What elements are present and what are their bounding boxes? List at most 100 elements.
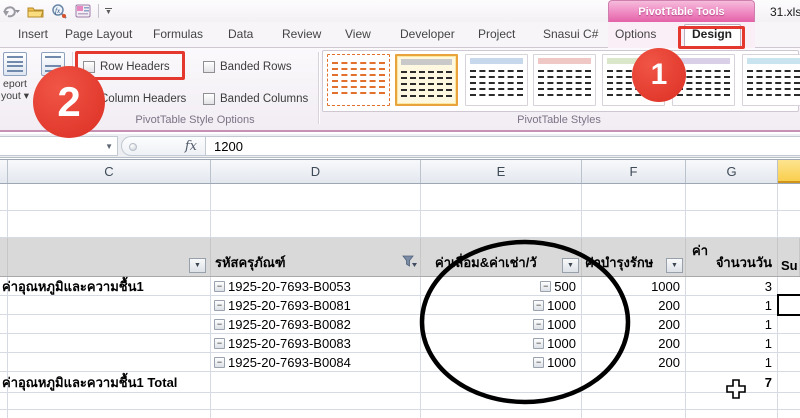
pivot-header-e[interactable]: ค่าเสื่อม&ค่าเช่า/วั ▼ [421, 238, 582, 276]
style-thumbnail-blue[interactable] [465, 54, 528, 106]
pivot-header-f[interactable]: ค่าบำรุงรักษ ▼ [582, 238, 686, 276]
value-cell: 1 [765, 317, 772, 332]
collapse-button[interactable]: − [214, 338, 225, 349]
value-cell: 500 [554, 279, 576, 294]
pivot-data-row: − 1925-20-7693-B0083 − 1000 200 1 [0, 334, 800, 353]
value-cell: 1 [765, 355, 772, 370]
redo-icon[interactable] [2, 3, 20, 19]
function-search-icon[interactable]: fx [50, 3, 68, 19]
workbook-filename: 31.xls [770, 5, 800, 19]
pivot-total-row: ค่าอุณหภูมิและความชื้น1 Total 7 [0, 372, 800, 393]
filter-dropdown-icon[interactable]: ▼ [562, 258, 579, 273]
excel-window: fx ▼ PivotTable Tools 31.xls Insert Page… [0, 0, 800, 418]
collapse-button[interactable]: − [214, 281, 225, 292]
collapse-button[interactable]: − [540, 281, 551, 292]
empty-row [0, 184, 800, 211]
style-thumbnail-pink[interactable] [533, 54, 596, 106]
checkbox-box[interactable] [203, 93, 215, 105]
styles-group-label: PivotTable Styles [318, 114, 800, 126]
open-folder-icon[interactable] [26, 3, 44, 19]
column-header-f[interactable]: F [582, 160, 686, 183]
filter-dropdown-icon[interactable]: ▼ [189, 258, 206, 273]
value-cell: 1000 [651, 279, 680, 294]
value-cell: 1 [765, 298, 772, 313]
annotation-step-1: 1 [632, 48, 686, 102]
value-cell: 1 [765, 336, 772, 351]
banded-columns-checkbox[interactable]: Banded Columns [203, 93, 308, 105]
total-value: 7 [765, 375, 772, 390]
collapse-button[interactable]: − [533, 319, 544, 330]
collapse-button[interactable]: − [214, 357, 225, 368]
svg-text:fx: fx [55, 7, 61, 15]
value-cell: 3 [765, 279, 772, 294]
report-layout-icon [3, 52, 27, 76]
toolbar-separator [98, 4, 99, 18]
tab-snasui[interactable]: Snasui C# [543, 27, 598, 41]
pivot-data-row: − 1925-20-7693-B0084 − 1000 200 1 [0, 353, 800, 372]
cell-cursor [726, 379, 746, 399]
tab-developer[interactable]: Developer [400, 27, 455, 41]
collapse-button[interactable]: − [533, 338, 544, 349]
active-cell-border[interactable] [777, 294, 800, 316]
insert-function-icon[interactable]: fx [185, 139, 197, 154]
asset-code: 1925-20-7693-B0082 [228, 317, 351, 332]
chevron-down-icon: ▾ [24, 90, 29, 102]
annotation-step-2: 2 [33, 66, 105, 138]
formula-input[interactable]: 1200 [206, 136, 800, 156]
formula-bar-handle: fx [121, 136, 206, 156]
tab-insert[interactable]: Insert [18, 27, 48, 41]
pivot-header-row: ▼ รหัสครุภัณฑ์ ค่าเสื่อม&ค่าเช่า/วั ▼ ค่… [0, 238, 800, 277]
collapse-button[interactable]: − [214, 319, 225, 330]
column-header-d[interactable]: D [211, 160, 421, 183]
asset-code: 1925-20-7693-B0084 [228, 355, 351, 370]
collapse-button[interactable]: − [214, 300, 225, 311]
column-header-g[interactable]: G [686, 160, 778, 183]
tab-formulas[interactable]: Formulas [153, 27, 203, 41]
tab-data[interactable]: Data [228, 27, 253, 41]
asset-code: 1925-20-7693-B0053 [228, 279, 351, 294]
column-header-c[interactable]: C [8, 160, 211, 183]
name-box-arrow-icon[interactable]: ▼ [105, 142, 113, 151]
value-cell: 200 [658, 336, 680, 351]
style-thumbnail-cyan[interactable] [742, 54, 800, 106]
pivot-header-d[interactable]: รหัสครุภัณฑ์ [211, 238, 421, 276]
collapse-dot-icon[interactable] [129, 143, 137, 151]
name-box[interactable]: ▼ [0, 136, 118, 156]
pivot-header-h[interactable]: Su [778, 238, 800, 276]
pivot-header-c[interactable]: ▼ [8, 238, 211, 276]
tab-options[interactable]: Options [615, 27, 656, 41]
style-options-group-label: PivotTable Style Options [72, 114, 318, 126]
value-cell: 200 [658, 298, 680, 313]
banded-rows-checkbox[interactable]: Banded Rows [203, 61, 292, 73]
tab-page-layout[interactable]: Page Layout [65, 27, 132, 41]
pivot-data-row: ค่าอุณหภูมิและความชื้น1 − 1925-20-7693-B… [0, 277, 800, 296]
toolbar-options-icon[interactable]: ▼ [105, 8, 112, 15]
collapse-button[interactable]: − [533, 357, 544, 368]
pivot-data-row: − 1925-20-7693-B0081 − 1000 200 1 [0, 296, 800, 315]
value-cell: 1000 [547, 298, 576, 313]
tab-view[interactable]: View [345, 27, 371, 41]
collapse-button[interactable]: − [533, 300, 544, 311]
asset-code: 1925-20-7693-B0081 [228, 298, 351, 313]
column-header-e[interactable]: E [421, 160, 582, 183]
column-header-h-selected[interactable] [778, 160, 800, 183]
empty-row [0, 393, 800, 410]
checkbox-box[interactable] [203, 61, 215, 73]
empty-row [0, 410, 800, 418]
tab-review[interactable]: Review [282, 27, 321, 41]
tab-project[interactable]: Project [478, 27, 515, 41]
total-label: ค่าอุณหภูมิและความชื้น1 Total [2, 375, 177, 390]
column-header-b-sliver[interactable] [0, 160, 8, 183]
row-group-label: ค่าอุณหภูมิและความชื้น1 [2, 279, 144, 294]
style-thumbnail-orange[interactable] [327, 54, 390, 106]
report-layout-button[interactable]: eport yout ▾ [0, 52, 36, 102]
filter-dropdown-icon[interactable]: ▼ [666, 258, 683, 273]
feedback-icon[interactable] [74, 3, 92, 19]
value-cell: 1000 [547, 336, 576, 351]
value-cell: 1000 [547, 355, 576, 370]
style-thumbnail-selected[interactable] [395, 54, 458, 106]
filter-funnel-icon[interactable] [402, 255, 417, 273]
column-header-row: C D E F G [0, 159, 800, 184]
pivot-header-g[interactable]: ค่า จำนวนวัน [686, 238, 778, 276]
value-cell: 200 [658, 317, 680, 332]
